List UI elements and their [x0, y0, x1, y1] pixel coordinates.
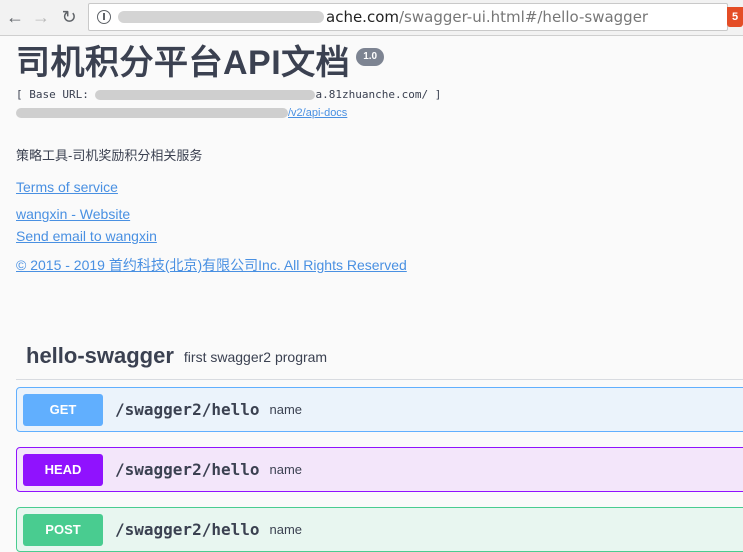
api-docs-link-text[interactable]: /v2/api-docs — [288, 107, 347, 119]
operation-head-hello[interactable]: HEAD /swagger2/hello name — [16, 447, 743, 492]
operation-summary: name — [269, 522, 303, 537]
info-icon[interactable] — [97, 10, 111, 24]
api-description: 策略工具-司机奖励积分相关服务 — [16, 148, 203, 163]
url-host: ache.com — [326, 8, 399, 26]
swagger-page: 司机积分平台API文档 1.0 [ Base URL: a.81zhuanche… — [0, 36, 743, 552]
address-bar[interactable]: ache.com /swagger-ui.html#/hello-swagger — [88, 3, 728, 31]
operation-summary: name — [269, 402, 303, 417]
title-row: 司机积分平台API文档 1.0 — [16, 42, 385, 84]
base-url-prefix: [ Base URL: — [16, 88, 96, 101]
operation-get-hello[interactable]: GET /swagger2/hello name — [16, 387, 743, 432]
tag-description: first swagger2 program — [183, 349, 328, 365]
base-url-suffix: a.81zhuanche.com/ ] — [315, 88, 442, 101]
url-path: /swagger-ui.html#/hello-swagger — [398, 8, 649, 26]
api-docs-link[interactable]: /v2/api-docs — [16, 107, 347, 119]
back-icon[interactable]: ← — [4, 6, 26, 28]
method-badge: POST — [23, 513, 103, 546]
forward-icon[interactable]: → — [30, 6, 52, 28]
method-badge: HEAD — [23, 453, 103, 486]
operation-summary: name — [269, 462, 303, 477]
operation-post-hello[interactable]: POST /swagger2/hello name — [16, 507, 743, 552]
base-url: [ Base URL: a.81zhuanche.com/ ] — [16, 88, 441, 101]
tag-header-hello-swagger[interactable]: hello-swagger first swagger2 program — [16, 332, 743, 380]
redacted-url-segment — [118, 11, 324, 23]
operation-path: /swagger2/hello — [115, 520, 260, 539]
redacted-base-url — [95, 90, 316, 100]
method-badge: GET — [23, 393, 103, 426]
contact-email-link[interactable]: Send email to wangxin — [16, 228, 157, 244]
redacted-api-docs-url — [16, 108, 288, 119]
browser-toolbar: ← → ↻ ache.com /swagger-ui.html#/hello-s… — [0, 0, 743, 36]
contact-website-link[interactable]: wangxin - Website — [16, 206, 130, 222]
terms-of-service-link[interactable]: Terms of service — [16, 179, 118, 195]
reload-icon[interactable]: ↻ — [58, 6, 80, 28]
operation-path: /swagger2/hello — [115, 400, 260, 419]
html5-extension-icon[interactable]: 5 — [727, 7, 743, 27]
page-title: 司机积分平台API文档 — [16, 44, 351, 82]
version-badge: 1.0 — [356, 48, 385, 66]
tag-name: hello-swagger — [26, 342, 174, 368]
operation-path: /swagger2/hello — [115, 460, 260, 479]
license-link[interactable]: © 2015 - 2019 首约科技(北京)有限公司Inc. All Right… — [16, 255, 407, 275]
